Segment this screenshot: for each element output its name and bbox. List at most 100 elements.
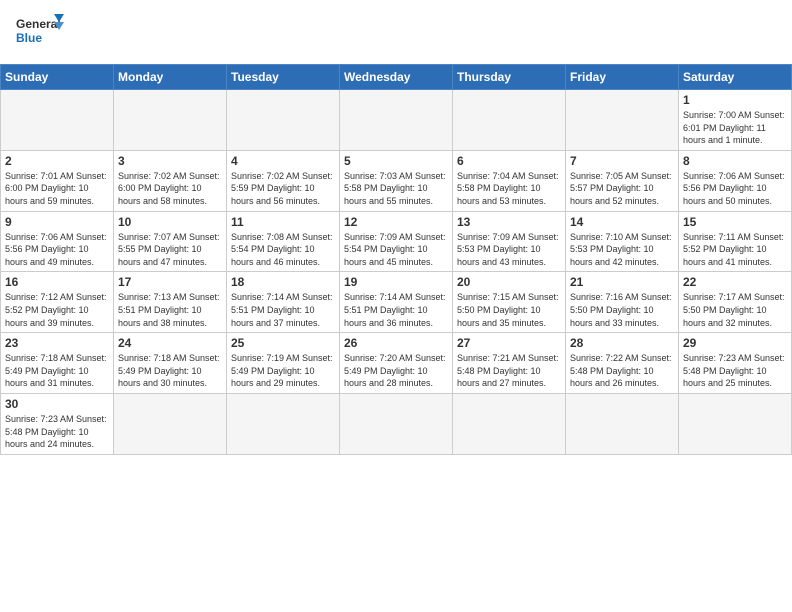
day-cell: 2 Sunrise: 7:01 AM Sunset: 6:00 PM Daylig… <box>1 150 114 211</box>
day-number: 9 <box>5 215 109 229</box>
day-cell: 9 Sunrise: 7:06 AM Sunset: 5:56 PM Daylig… <box>1 211 114 272</box>
day-cell: 18Sunrise: 7:14 AM Sunset: 5:51 PM Dayli… <box>227 272 340 333</box>
day-number: 24 <box>118 336 222 350</box>
day-cell <box>340 90 453 151</box>
week-row-4: 23 Sunrise: 7:18 AM Sunset: 5:49 PM Dayli… <box>1 333 792 394</box>
weekday-header-wednesday: Wednesday <box>340 65 453 90</box>
logo: General Blue <box>16 12 66 56</box>
day-info: Sunrise: 7:22 AM Sunset: 5:48 PM Dayligh… <box>570 352 674 390</box>
day-info: Sunrise: 7:17 AM Sunset: 5:50 PM Dayligh… <box>683 291 787 329</box>
day-number: 20 <box>457 275 561 289</box>
day-info: Sunrise: 7:09 AM Sunset: 5:54 PM Dayligh… <box>344 231 448 269</box>
day-number: 14 <box>570 215 674 229</box>
day-info: Sunrise: 7:04 AM Sunset: 5:58 PM Dayligh… <box>457 170 561 208</box>
day-info: Sunrise: 7:10 AM Sunset: 5:53 PM Dayligh… <box>570 231 674 269</box>
day-info: Sunrise: 7:03 AM Sunset: 5:58 PM Dayligh… <box>344 170 448 208</box>
week-row-0: 1 Sunrise: 7:00 AM Sunset: 6:01 PM Daylig… <box>1 90 792 151</box>
day-cell: 30Sunrise: 7:23 AM Sunset: 5:48 PM Dayli… <box>1 393 114 454</box>
day-cell: 1 Sunrise: 7:00 AM Sunset: 6:01 PM Daylig… <box>679 90 792 151</box>
day-number: 21 <box>570 275 674 289</box>
week-row-2: 9 Sunrise: 7:06 AM Sunset: 5:56 PM Daylig… <box>1 211 792 272</box>
day-number: 3 <box>118 154 222 168</box>
day-cell: 24 Sunrise: 7:18 AM Sunset: 5:49 PM Dayli… <box>114 333 227 394</box>
day-info: Sunrise: 7:18 AM Sunset: 5:49 PM Dayligh… <box>118 352 222 390</box>
day-number: 25 <box>231 336 335 350</box>
day-number: 13 <box>457 215 561 229</box>
day-cell: 25Sunrise: 7:19 AM Sunset: 5:49 PM Dayli… <box>227 333 340 394</box>
day-info: Sunrise: 7:12 AM Sunset: 5:52 PM Dayligh… <box>5 291 109 329</box>
day-cell: 4Sunrise: 7:02 AM Sunset: 5:59 PM Daylig… <box>227 150 340 211</box>
day-cell: 16 Sunrise: 7:12 AM Sunset: 5:52 PM Dayli… <box>1 272 114 333</box>
day-number: 19 <box>344 275 448 289</box>
day-cell: 12 Sunrise: 7:09 AM Sunset: 5:54 PM Dayli… <box>340 211 453 272</box>
day-cell: 29 Sunrise: 7:23 AM Sunset: 5:48 PM Dayli… <box>679 333 792 394</box>
day-info: Sunrise: 7:02 AM Sunset: 6:00 PM Dayligh… <box>118 170 222 208</box>
day-info: Sunrise: 7:21 AM Sunset: 5:48 PM Dayligh… <box>457 352 561 390</box>
day-info: Sunrise: 7:11 AM Sunset: 5:52 PM Dayligh… <box>683 231 787 269</box>
day-info: Sunrise: 7:01 AM Sunset: 6:00 PM Dayligh… <box>5 170 109 208</box>
day-cell: 19Sunrise: 7:14 AM Sunset: 5:51 PM Dayli… <box>340 272 453 333</box>
day-number: 11 <box>231 215 335 229</box>
day-number: 23 <box>5 336 109 350</box>
day-number: 6 <box>457 154 561 168</box>
week-row-5: 30Sunrise: 7:23 AM Sunset: 5:48 PM Dayli… <box>1 393 792 454</box>
day-cell: 20 Sunrise: 7:15 AM Sunset: 5:50 PM Dayli… <box>453 272 566 333</box>
day-cell <box>227 393 340 454</box>
logo-svg: General Blue <box>16 12 66 56</box>
page: General Blue SundayMondayTuesdayWednesda… <box>0 0 792 612</box>
day-number: 2 <box>5 154 109 168</box>
day-cell: 22 Sunrise: 7:17 AM Sunset: 5:50 PM Dayli… <box>679 272 792 333</box>
day-cell: 6 Sunrise: 7:04 AM Sunset: 5:58 PM Daylig… <box>453 150 566 211</box>
day-info: Sunrise: 7:00 AM Sunset: 6:01 PM Dayligh… <box>683 109 787 147</box>
day-number: 16 <box>5 275 109 289</box>
day-cell <box>1 90 114 151</box>
day-number: 17 <box>118 275 222 289</box>
day-info: Sunrise: 7:16 AM Sunset: 5:50 PM Dayligh… <box>570 291 674 329</box>
day-number: 10 <box>118 215 222 229</box>
day-number: 18 <box>231 275 335 289</box>
day-cell: 15 Sunrise: 7:11 AM Sunset: 5:52 PM Dayli… <box>679 211 792 272</box>
day-cell <box>453 393 566 454</box>
week-row-1: 2 Sunrise: 7:01 AM Sunset: 6:00 PM Daylig… <box>1 150 792 211</box>
day-cell <box>679 393 792 454</box>
day-number: 15 <box>683 215 787 229</box>
day-number: 26 <box>344 336 448 350</box>
day-cell: 26 Sunrise: 7:20 AM Sunset: 5:49 PM Dayli… <box>340 333 453 394</box>
day-info: Sunrise: 7:09 AM Sunset: 5:53 PM Dayligh… <box>457 231 561 269</box>
day-cell <box>566 90 679 151</box>
day-info: Sunrise: 7:15 AM Sunset: 5:50 PM Dayligh… <box>457 291 561 329</box>
day-cell: 21 Sunrise: 7:16 AM Sunset: 5:50 PM Dayli… <box>566 272 679 333</box>
day-cell: 3 Sunrise: 7:02 AM Sunset: 6:00 PM Daylig… <box>114 150 227 211</box>
weekday-header-monday: Monday <box>114 65 227 90</box>
day-info: Sunrise: 7:23 AM Sunset: 5:48 PM Dayligh… <box>5 413 109 451</box>
day-info: Sunrise: 7:13 AM Sunset: 5:51 PM Dayligh… <box>118 291 222 329</box>
day-info: Sunrise: 7:05 AM Sunset: 5:57 PM Dayligh… <box>570 170 674 208</box>
weekday-header-saturday: Saturday <box>679 65 792 90</box>
day-cell: 13 Sunrise: 7:09 AM Sunset: 5:53 PM Dayli… <box>453 211 566 272</box>
day-cell: 17 Sunrise: 7:13 AM Sunset: 5:51 PM Dayli… <box>114 272 227 333</box>
header: General Blue <box>0 0 792 64</box>
day-number: 22 <box>683 275 787 289</box>
weekday-header-row: SundayMondayTuesdayWednesdayThursdayFrid… <box>1 65 792 90</box>
day-number: 5 <box>344 154 448 168</box>
day-cell: 27Sunrise: 7:21 AM Sunset: 5:48 PM Dayli… <box>453 333 566 394</box>
day-cell <box>114 393 227 454</box>
day-number: 12 <box>344 215 448 229</box>
day-cell: 14 Sunrise: 7:10 AM Sunset: 5:53 PM Dayli… <box>566 211 679 272</box>
svg-text:Blue: Blue <box>16 31 42 45</box>
day-number: 28 <box>570 336 674 350</box>
day-info: Sunrise: 7:23 AM Sunset: 5:48 PM Dayligh… <box>683 352 787 390</box>
day-number: 29 <box>683 336 787 350</box>
day-cell: 5 Sunrise: 7:03 AM Sunset: 5:58 PM Daylig… <box>340 150 453 211</box>
day-number: 1 <box>683 93 787 107</box>
week-row-3: 16 Sunrise: 7:12 AM Sunset: 5:52 PM Dayli… <box>1 272 792 333</box>
weekday-header-tuesday: Tuesday <box>227 65 340 90</box>
calendar: SundayMondayTuesdayWednesdayThursdayFrid… <box>0 64 792 455</box>
day-info: Sunrise: 7:20 AM Sunset: 5:49 PM Dayligh… <box>344 352 448 390</box>
day-cell: 8Sunrise: 7:06 AM Sunset: 5:56 PM Daylig… <box>679 150 792 211</box>
day-info: Sunrise: 7:02 AM Sunset: 5:59 PM Dayligh… <box>231 170 335 208</box>
day-info: Sunrise: 7:07 AM Sunset: 5:55 PM Dayligh… <box>118 231 222 269</box>
day-info: Sunrise: 7:06 AM Sunset: 5:56 PM Dayligh… <box>5 231 109 269</box>
day-cell <box>340 393 453 454</box>
day-cell <box>227 90 340 151</box>
